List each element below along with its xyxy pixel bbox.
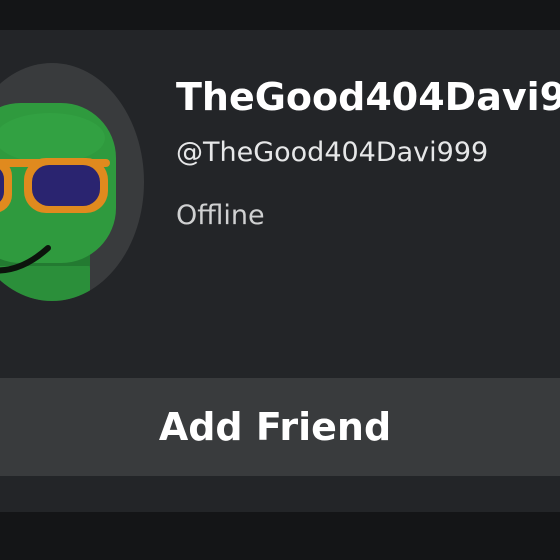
avatar[interactable] <box>0 63 144 301</box>
add-friend-button[interactable]: Add Friend <box>0 378 560 476</box>
bottom-strip <box>0 512 560 560</box>
add-friend-label: Add Friend <box>158 405 392 449</box>
username: @TheGood404Davi999 <box>176 137 489 168</box>
avatar-character-icon <box>0 103 116 301</box>
profile-card: TheGood404Davi999 @TheGood404Davi999 Off… <box>0 30 560 512</box>
display-name: TheGood404Davi999 <box>176 75 560 119</box>
top-strip <box>0 0 560 30</box>
presence-status: Offline <box>176 200 265 231</box>
